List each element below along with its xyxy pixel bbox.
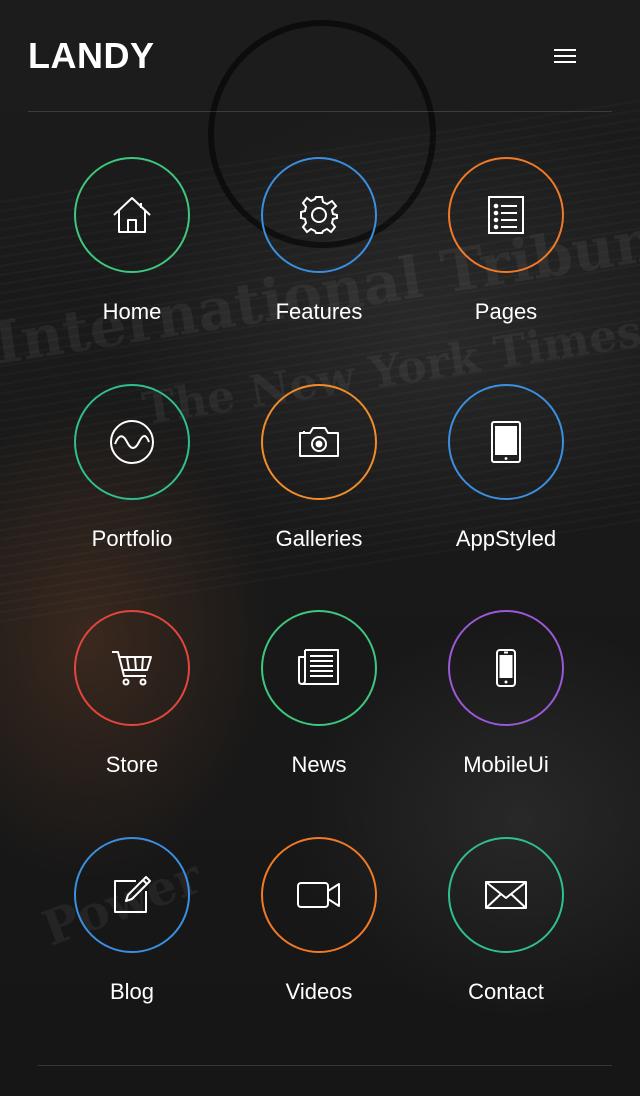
menu-item-blog[interactable]: Blog: [52, 837, 212, 1047]
icon-circle: [448, 837, 564, 953]
menu-item-label: Home: [102, 299, 162, 324]
icon-circle: [448, 157, 564, 273]
menu-item-portfolio[interactable]: Portfolio: [52, 384, 212, 594]
list-icon: [484, 193, 528, 237]
menu-item-label: MobileUi: [463, 752, 549, 777]
menu-item-videos[interactable]: Videos: [239, 837, 399, 1047]
menu-item-label: Contact: [468, 979, 544, 1004]
menu-item-label: Portfolio: [91, 526, 173, 551]
menu-item-label: Features: [275, 299, 363, 324]
cart-icon: [110, 648, 154, 688]
icon-circle: [74, 837, 190, 953]
menu-item-features[interactable]: Features: [239, 157, 399, 367]
icon-circle: [74, 384, 190, 500]
menu-item-label: News: [291, 752, 347, 777]
menu-item-store[interactable]: Store: [52, 610, 212, 820]
phone-icon: [495, 648, 517, 688]
home-icon: [110, 193, 154, 237]
icon-circle: [261, 157, 377, 273]
icon-circle: [448, 384, 564, 500]
icon-circle: [74, 157, 190, 273]
icon-circle: [261, 384, 377, 500]
menu-grid: Home Features Pages Portfolio Galleries …: [0, 0, 640, 1096]
icon-circle: [261, 837, 377, 953]
menu-item-label: AppStyled: [455, 526, 557, 551]
menu-item-label: Store: [105, 752, 159, 777]
menu-item-contact[interactable]: Contact: [426, 837, 586, 1047]
menu-item-label: Videos: [285, 979, 353, 1004]
wave-icon: [108, 418, 156, 466]
edit-icon: [110, 873, 154, 917]
menu-item-label: Blog: [109, 979, 155, 1004]
video-camera-icon: [296, 879, 342, 911]
envelope-icon: [484, 879, 528, 911]
icon-circle: [74, 610, 190, 726]
tablet-icon: [490, 420, 522, 464]
footer-divider: [38, 1065, 612, 1066]
menu-item-appstyled[interactable]: AppStyled: [426, 384, 586, 594]
menu-item-label: Pages: [474, 299, 538, 324]
icon-circle: [448, 610, 564, 726]
menu-item-label: Galleries: [275, 526, 363, 551]
menu-item-news[interactable]: News: [239, 610, 399, 820]
menu-item-galleries[interactable]: Galleries: [239, 384, 399, 594]
menu-item-mobileui[interactable]: MobileUi: [426, 610, 586, 820]
gear-icon: [297, 193, 341, 237]
newspaper-icon: [297, 647, 341, 689]
menu-item-home[interactable]: Home: [52, 157, 212, 367]
menu-item-pages[interactable]: Pages: [426, 157, 586, 367]
icon-circle: [261, 610, 377, 726]
camera-icon: [297, 424, 341, 460]
